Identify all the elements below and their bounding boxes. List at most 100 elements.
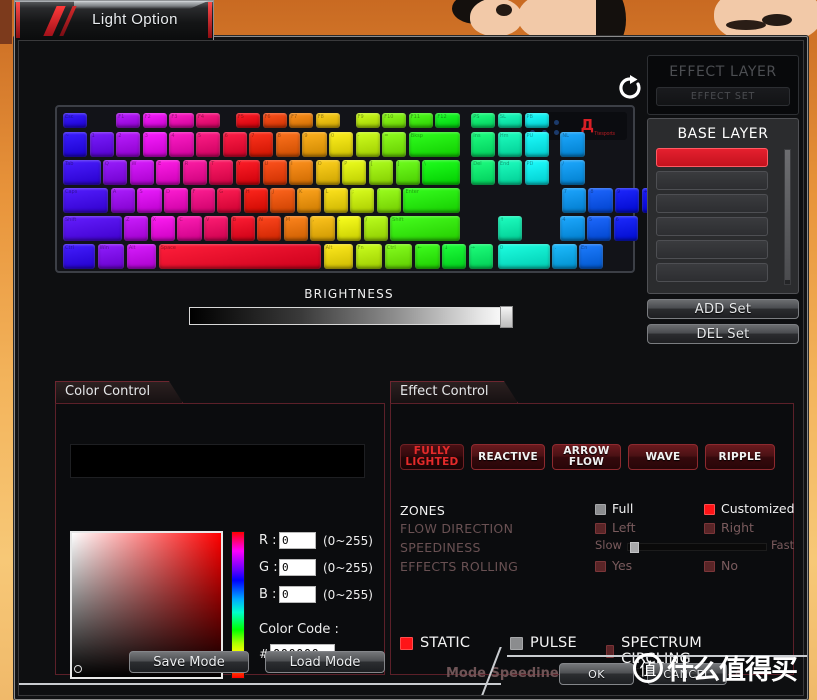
zones-full-checkbox[interactable]: [595, 504, 606, 515]
keyboard-key[interactable]: R: [182, 160, 207, 185]
keyboard-key[interactable]: PS: [471, 113, 496, 128]
keyboard-key[interactable]: PB: [524, 113, 549, 128]
ok-button[interactable]: OK: [559, 663, 634, 685]
layer-slot[interactable]: [656, 217, 768, 236]
keyboard-key[interactable]: Caps: [63, 188, 109, 213]
layer-slot[interactable]: [656, 171, 768, 190]
keyboard-key[interactable]: T: [209, 160, 234, 185]
keyboard-key[interactable]: SL: [497, 113, 523, 128]
keyboard-key[interactable]: F1: [116, 113, 141, 128]
keyboard-key[interactable]: ~: [63, 132, 88, 157]
keyboard-key[interactable]: 2: [116, 132, 141, 157]
load-mode-button[interactable]: Load Mode: [265, 651, 385, 673]
keyboard-key[interactable]: S: [137, 188, 162, 213]
keyboard-key[interactable]: En: [579, 244, 604, 269]
keyboard-key[interactable]: E: [156, 160, 181, 185]
keyboard-key[interactable]: Ins: [471, 132, 496, 157]
keyboard-key[interactable]: End: [497, 160, 523, 185]
keyboard-key[interactable]: 7: [561, 188, 586, 213]
keyboard-key[interactable]: Del: [471, 160, 496, 185]
keyboard-key[interactable]: 4: [560, 216, 585, 241]
brightness-slider-thumb[interactable]: [500, 306, 513, 328]
save-mode-button[interactable]: Save Mode: [129, 651, 249, 673]
keyboard-key[interactable]: 9: [614, 188, 640, 213]
keyboard-key[interactable]: F12: [435, 113, 460, 128]
effects-rolling-no-checkbox[interactable]: [704, 561, 715, 572]
keyboard-key[interactable]: Y: [235, 160, 261, 185]
keyboard-key[interactable]: F5: [235, 113, 261, 128]
keyboard-key[interactable]: Ctrl: [63, 244, 96, 269]
keyboard-key[interactable]: 3: [142, 132, 167, 157]
keyboard-key[interactable]: V: [203, 216, 229, 241]
flow-right-checkbox[interactable]: [704, 523, 715, 534]
keyboard-key[interactable]: W: [129, 160, 154, 185]
keyboard-key[interactable]: Tab: [63, 160, 101, 185]
keyboard-key[interactable]: C: [177, 216, 202, 241]
effect-button-arrow-flow[interactable]: ARROW FLOW: [552, 444, 621, 470]
keyboard-key[interactable]: Z: [124, 216, 149, 241]
keyboard-key[interactable]: 6: [613, 216, 638, 241]
keyboard-key[interactable]: D: [164, 188, 189, 213]
window-title-tab[interactable]: Light Option: [14, 0, 214, 40]
keyboard-key[interactable]: ↑: [497, 216, 523, 241]
keyboard-key[interactable]: Fn: [355, 244, 383, 269]
keyboard-key[interactable]: 8: [275, 132, 300, 157]
refresh-icon[interactable]: [615, 73, 645, 103]
keyboard-key[interactable]: F8: [315, 113, 340, 128]
keyboard-key[interactable]: Shift: [63, 216, 122, 241]
brightness-slider[interactable]: [189, 306, 513, 328]
keyboard-key[interactable]: F: [190, 188, 215, 213]
keyboard-key[interactable]: /: [560, 160, 585, 185]
add-set-button[interactable]: ADD Set: [647, 299, 799, 319]
keyboard-key[interactable]: 1: [89, 132, 114, 157]
keyboard-key[interactable]: NL: [560, 132, 585, 157]
keyboard-key[interactable]: -: [355, 132, 380, 157]
blue-input[interactable]: 0: [279, 586, 316, 603]
layer-list-scrollbar-thumb[interactable]: [785, 150, 790, 280]
effect-button-wave[interactable]: WAVE: [628, 444, 698, 470]
keyboard-key[interactable]: O: [315, 160, 340, 185]
keyboard-key[interactable]: A: [110, 188, 136, 213]
keyboard-key[interactable]: ': [376, 188, 402, 213]
flow-left-checkbox[interactable]: [595, 523, 606, 534]
cancel-button[interactable]: CANCEL: [647, 663, 727, 685]
keyboard-key[interactable]: X: [150, 216, 175, 241]
keyboard-key[interactable]: L: [323, 188, 348, 213]
keyboard-key[interactable]: Ctrl: [384, 244, 412, 269]
effect-button-fully-lighted[interactable]: FULLY LIGHTED: [400, 444, 464, 470]
keyboard-key[interactable]: 8: [588, 188, 613, 213]
keyboard-key[interactable]: F10: [382, 113, 407, 128]
keyboard-key[interactable]: =: [382, 132, 407, 157]
layer-slot[interactable]: [656, 240, 768, 259]
keyboard-layout[interactable]: Д Ttesports Esc F1 F2 F3 F4 F5 F6 F7 F8 F9 F10 F11 F…: [55, 105, 666, 273]
keyboard-key[interactable]: .: [336, 216, 362, 241]
keyboard-key[interactable]: ,: [310, 216, 335, 241]
keyboard-key[interactable]: Hm: [497, 132, 523, 157]
keyboard-key[interactable]: ]: [395, 160, 420, 185]
layer-list-scrollbar[interactable]: [784, 149, 791, 285]
keyboard-key[interactable]: PD: [524, 160, 549, 185]
keyboard-key[interactable]: 6: [222, 132, 247, 157]
keyboard-key[interactable]: B: [230, 216, 255, 241]
keyboard-key[interactable]: F6: [262, 113, 287, 128]
zones-customized-checkbox[interactable]: [704, 504, 715, 515]
layer-slot[interactable]: [656, 194, 768, 213]
keyboard-key[interactable]: 0: [497, 244, 551, 269]
layer-slot[interactable]: [656, 263, 768, 282]
keyboard-key[interactable]: Alt: [126, 244, 157, 269]
keyboard-key[interactable]: N: [257, 216, 282, 241]
keyboard-key[interactable]: /: [363, 216, 388, 241]
keyboard-key[interactable]: J: [270, 188, 295, 213]
effect-button-ripple[interactable]: RIPPLE: [705, 444, 775, 470]
speediness-slider-thumb[interactable]: [630, 542, 639, 553]
keyboard-key[interactable]: F2: [142, 113, 167, 128]
keyboard-key[interactable]: Esc: [63, 113, 88, 128]
keyboard-key[interactable]: U: [262, 160, 287, 185]
keyboard-key[interactable]: 0: [329, 132, 354, 157]
keyboard-key[interactable]: 9: [302, 132, 327, 157]
keyboard-key[interactable]: F11: [408, 113, 433, 128]
red-input[interactable]: 0: [279, 532, 316, 549]
keyboard-key[interactable]: K: [297, 188, 322, 213]
keyboard-key[interactable]: 5: [196, 132, 221, 157]
keyboard-key[interactable]: \: [422, 160, 460, 185]
